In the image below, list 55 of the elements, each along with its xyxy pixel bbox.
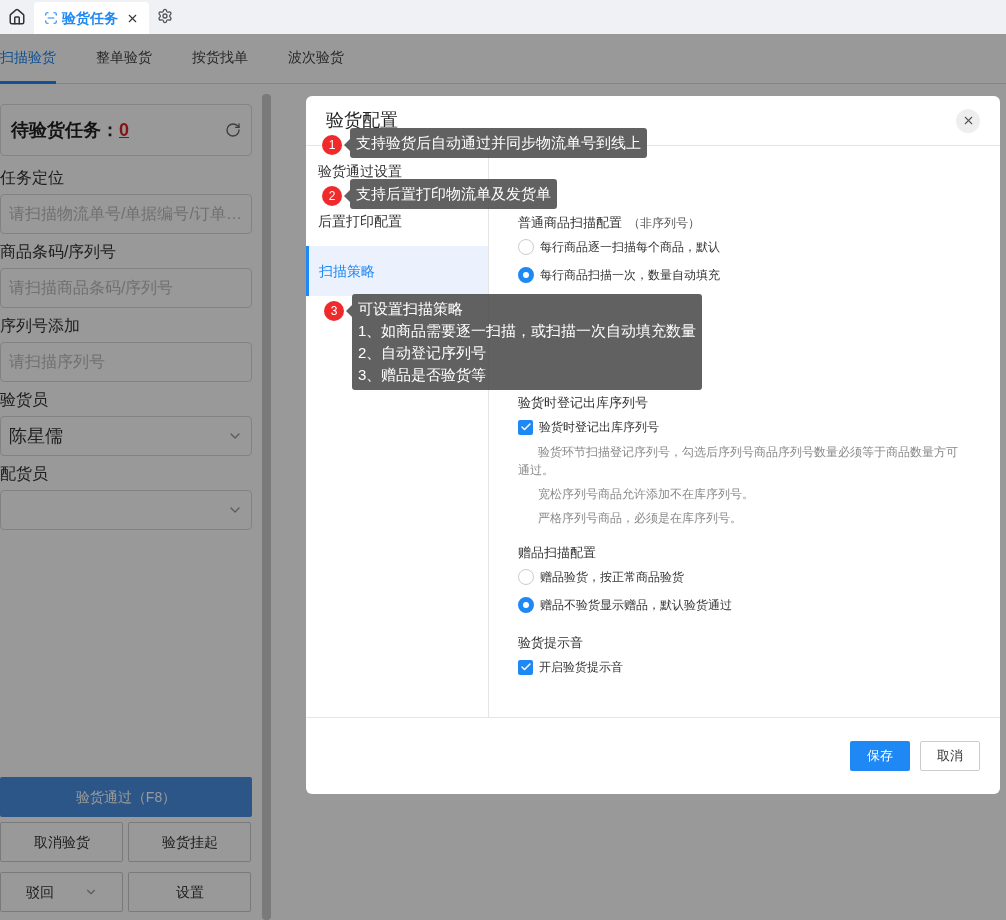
- number-badge: 1: [322, 135, 342, 155]
- settings-icon[interactable]: [157, 8, 173, 24]
- number-badge: 2: [322, 186, 342, 206]
- tab[interactable]: 整单验货: [96, 34, 152, 84]
- checkbox-label: 验货时登记出库序列号: [539, 419, 659, 436]
- radio-label: 赠品不验货显示赠品，默认验货通过: [540, 597, 732, 614]
- cancel-inspection-button[interactable]: 取消验货: [0, 822, 123, 862]
- select-field[interactable]: 陈星儒: [0, 416, 252, 456]
- select-value: 陈星儒: [9, 424, 63, 448]
- checkbox[interactable]: [518, 659, 533, 675]
- select-field[interactable]: [0, 490, 252, 530]
- settings-button[interactable]: 设置: [128, 872, 251, 912]
- close-button[interactable]: [956, 108, 980, 133]
- save-button[interactable]: 保存: [850, 741, 910, 771]
- pass-button[interactable]: 验货通过（F8）: [0, 777, 252, 817]
- section-title: 验货时登记出库序列号: [518, 394, 648, 413]
- tooltip: 支持后置打印物流单及发货单: [350, 179, 557, 209]
- radio[interactable]: [518, 569, 534, 585]
- radio-label: 每行商品逐一扫描每个商品，默认: [540, 239, 720, 256]
- section-title: 验货提示音: [518, 634, 583, 653]
- checkbox-label: 开启验货提示音: [539, 659, 623, 676]
- radio-label: 每行商品扫描一次，数量自动填充: [540, 267, 720, 284]
- pending-count[interactable]: 0: [119, 116, 129, 144]
- tab[interactable]: 按货找单: [192, 34, 248, 84]
- tab[interactable]: 波次验货: [288, 34, 344, 84]
- reject-button[interactable]: 驳回: [0, 872, 123, 912]
- checkbox[interactable]: [518, 419, 533, 435]
- refresh-icon[interactable]: [225, 122, 241, 138]
- section-title: 普通商品扫描配置: [518, 214, 622, 233]
- section-title: 赠品扫描配置: [518, 544, 596, 563]
- field-label: 商品条码/序列号: [0, 242, 118, 262]
- section-note: （非序列号）: [628, 215, 700, 232]
- number-badge: 3: [324, 301, 344, 321]
- tab[interactable]: 扫描验货: [0, 34, 56, 84]
- radio[interactable]: [518, 239, 534, 255]
- cancel-button[interactable]: 取消: [920, 741, 980, 771]
- note-text: 宽松序列号商品允许添加不在库序列号。: [537, 486, 755, 503]
- field-label: 序列号添加: [0, 316, 81, 336]
- nav-item[interactable]: 扫描策略: [306, 246, 488, 296]
- tooltip: 支持验货后自动通过并同步物流单号到线上: [350, 128, 647, 158]
- field-label: 任务定位: [0, 168, 65, 188]
- page-tab[interactable]: 验货任务: [34, 2, 149, 34]
- radio[interactable]: [518, 267, 534, 283]
- field-label: 验货员: [0, 390, 49, 410]
- home-icon[interactable]: [8, 8, 26, 26]
- radio-label: 赠品验货，按正常商品验货: [540, 569, 684, 586]
- scan-icon: [44, 11, 58, 25]
- pending-label: 待验货任务：: [11, 118, 119, 142]
- suspend-button[interactable]: 验货挂起: [128, 822, 251, 862]
- scrollbar[interactable]: [262, 94, 271, 920]
- note-text: 严格序列号商品，必须是在库序列号。: [537, 510, 743, 527]
- field-label: 配货员: [0, 464, 49, 484]
- hint-text: 验货环节扫描登记序列号，勾选后序列号商品序列号数量必须等于商品数量方可通过。: [518, 444, 958, 479]
- tooltip: 可设置扫描策略 1、如商品需要逐一扫描，或扫描一次自动填充数量 2、自动登记序列号 3、赠品是否验货等: [352, 294, 703, 390]
- radio[interactable]: [518, 597, 534, 613]
